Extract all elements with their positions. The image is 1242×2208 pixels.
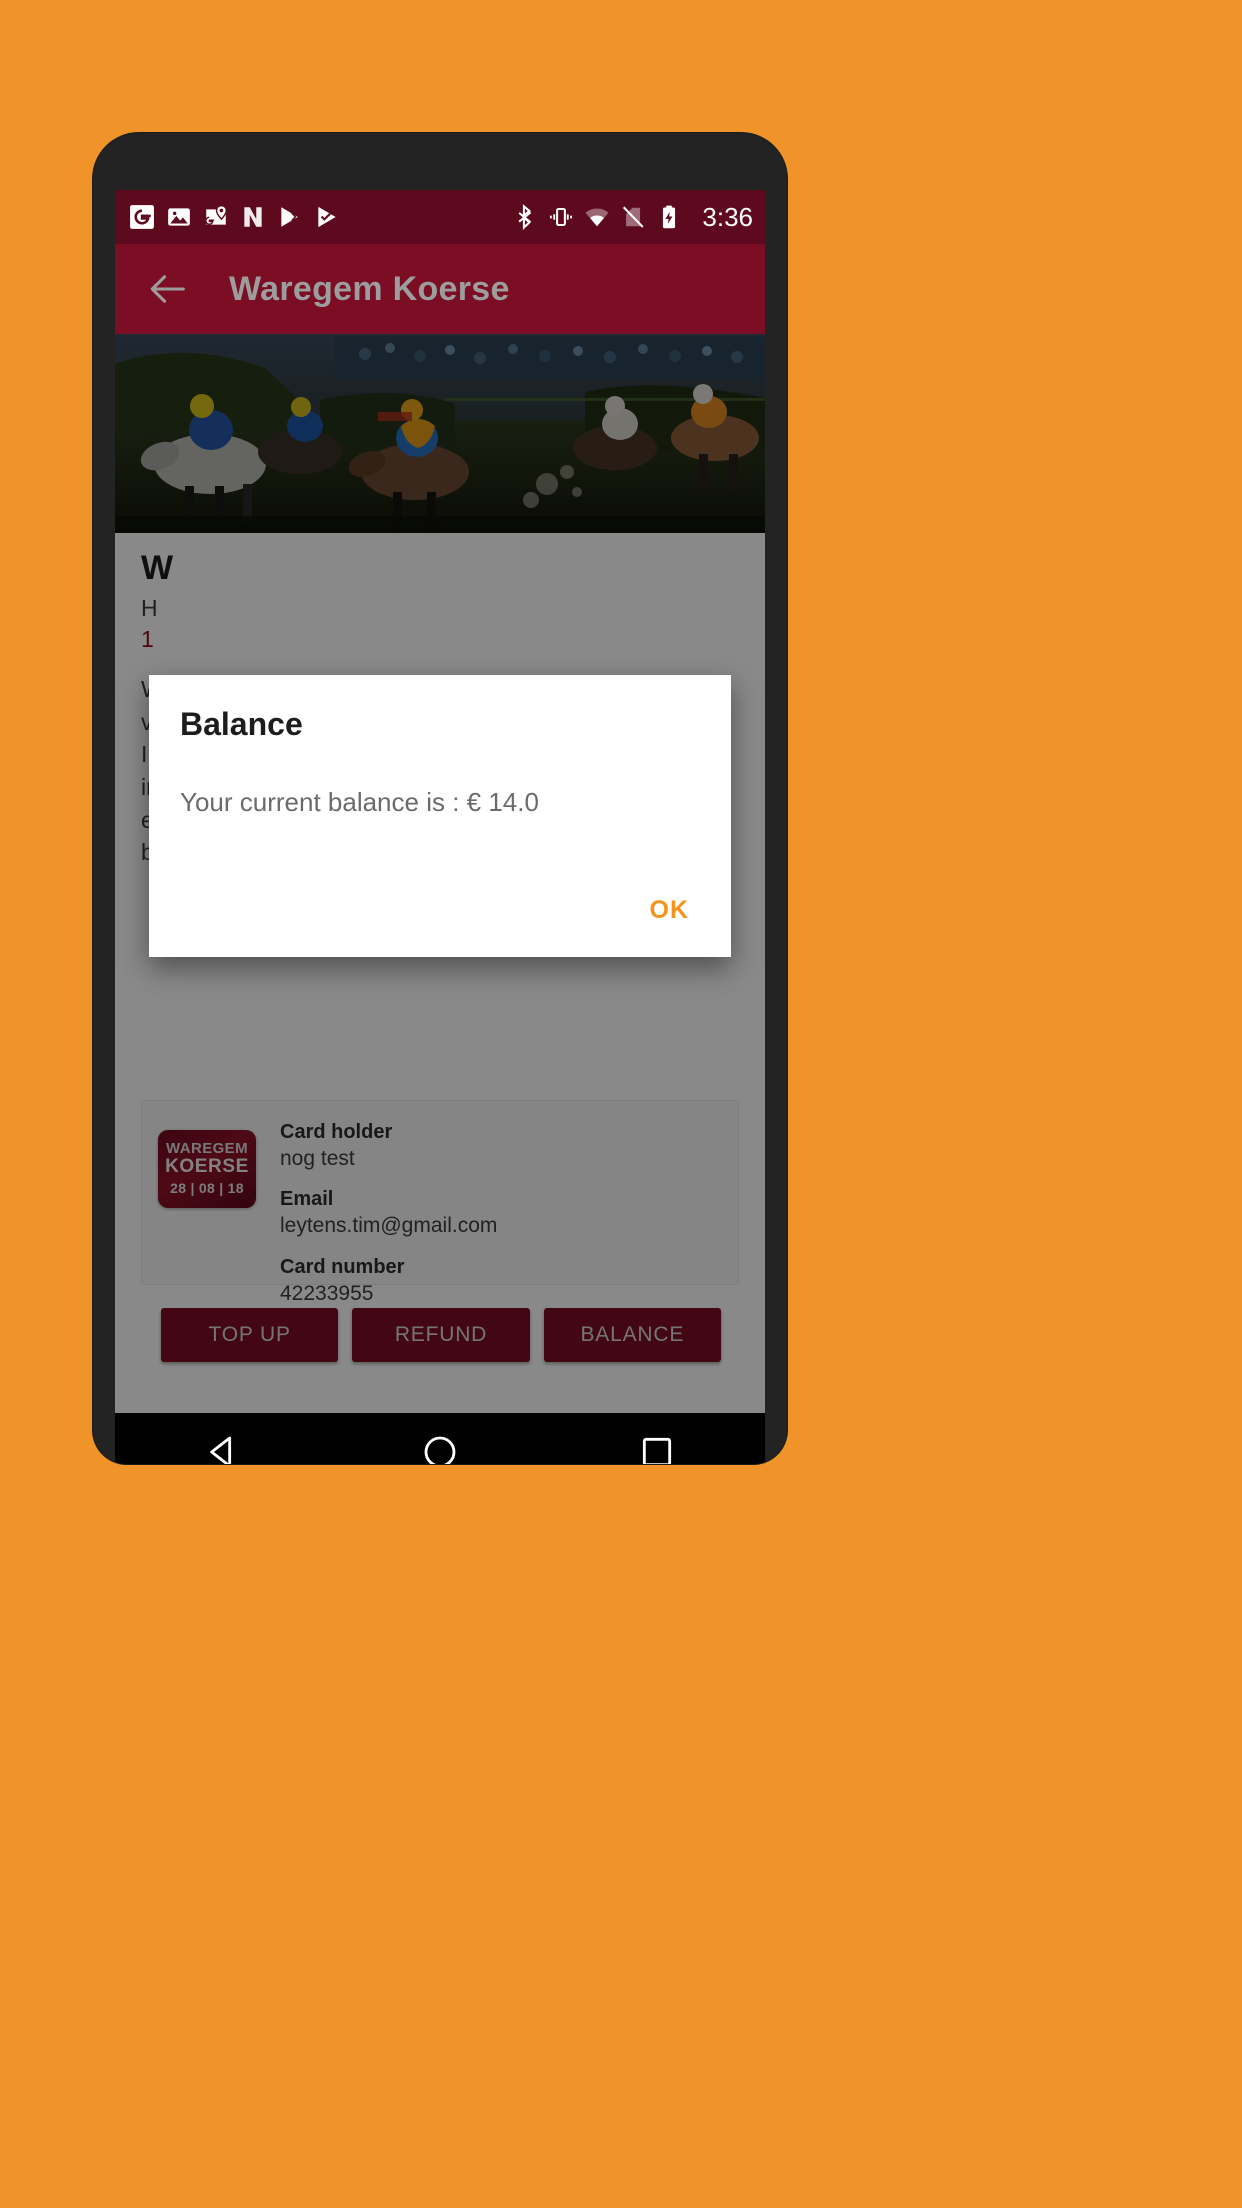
google-maps-pin-icon (205, 204, 227, 225)
back-arrow-icon[interactable] (145, 266, 191, 312)
news-icon (244, 207, 262, 227)
card-holder-value: nog test (280, 1147, 355, 1170)
dialog-message: Your current balance is : € 14.0 (180, 787, 539, 818)
action-button-row: TOP UP REFUND BALANCE (161, 1308, 721, 1362)
email-label: Email (280, 1188, 334, 1211)
article-heading: W (141, 549, 174, 587)
play-store-icon (280, 205, 301, 229)
play-movies-icon (318, 206, 336, 228)
android-navigation-bar (115, 1413, 765, 1464)
home-circle-icon[interactable] (420, 1432, 460, 1464)
waregem-koerse-logo: WAREGEM KOERSE 28 | 08 | 18 (158, 1130, 256, 1208)
balance-button[interactable]: BALANCE (543, 1308, 721, 1362)
article-subline: H (141, 595, 158, 622)
refund-button[interactable]: REFUND (352, 1308, 530, 1362)
dialog-ok-button[interactable]: OK (634, 886, 706, 935)
vibrate-icon (550, 207, 573, 227)
logo-line-3: 28 | 08 | 18 (170, 1180, 244, 1197)
status-bar-notification-icons (129, 204, 340, 230)
card-number-label: Card number (280, 1255, 405, 1278)
article-red-line: 1 (141, 625, 154, 652)
balance-dialog: Balance Your current balance is : € 14.0… (149, 675, 731, 957)
page-title: Waregem Koerse (229, 269, 510, 308)
google-icon (130, 205, 154, 229)
card-number-value: 42233955 (280, 1281, 374, 1305)
status-bar-clock: 3:36 (702, 202, 753, 232)
top-up-button[interactable]: TOP UP (161, 1308, 339, 1362)
photos-icon (168, 208, 190, 226)
card-fields: Card holder nog test Email leytens.tim@g… (280, 1115, 498, 1305)
card-holder-label: Card holder (280, 1121, 393, 1143)
email-value: leytens.tim@gmail.com (280, 1214, 498, 1238)
bluetooth-icon (518, 204, 532, 230)
hero-dim-overlay (115, 334, 765, 533)
hero-image (115, 334, 765, 533)
logo-line-2: KOERSE (165, 1155, 249, 1177)
dialog-actions: OK (634, 886, 706, 935)
no-sim-icon (623, 206, 644, 228)
phone-screen: 3:36 Waregem Koerse W H 1 e WAREGEM KOER… (115, 190, 765, 1413)
back-triangle-icon[interactable] (203, 1432, 243, 1464)
wifi-icon (585, 208, 609, 227)
recents-square-icon[interactable] (637, 1432, 677, 1464)
status-bar-system-icons: 3:36 (512, 204, 753, 230)
phone-frame: 3:36 Waregem Koerse W H 1 e WAREGEM KOER… (93, 133, 787, 1464)
logo-line-1: WAREGEM (166, 1139, 248, 1157)
battery-charging-icon (663, 205, 676, 229)
app-bar: Waregem Koerse (115, 244, 765, 334)
card-panel: WAREGEM KOERSE 28 | 08 | 18 Card holder … (141, 1100, 739, 1305)
dialog-title: Balance (180, 706, 303, 742)
content-area: W H 1 W vo In in e belangstelling. Sinds… (115, 533, 765, 1413)
status-bar: 3:36 (115, 190, 765, 244)
